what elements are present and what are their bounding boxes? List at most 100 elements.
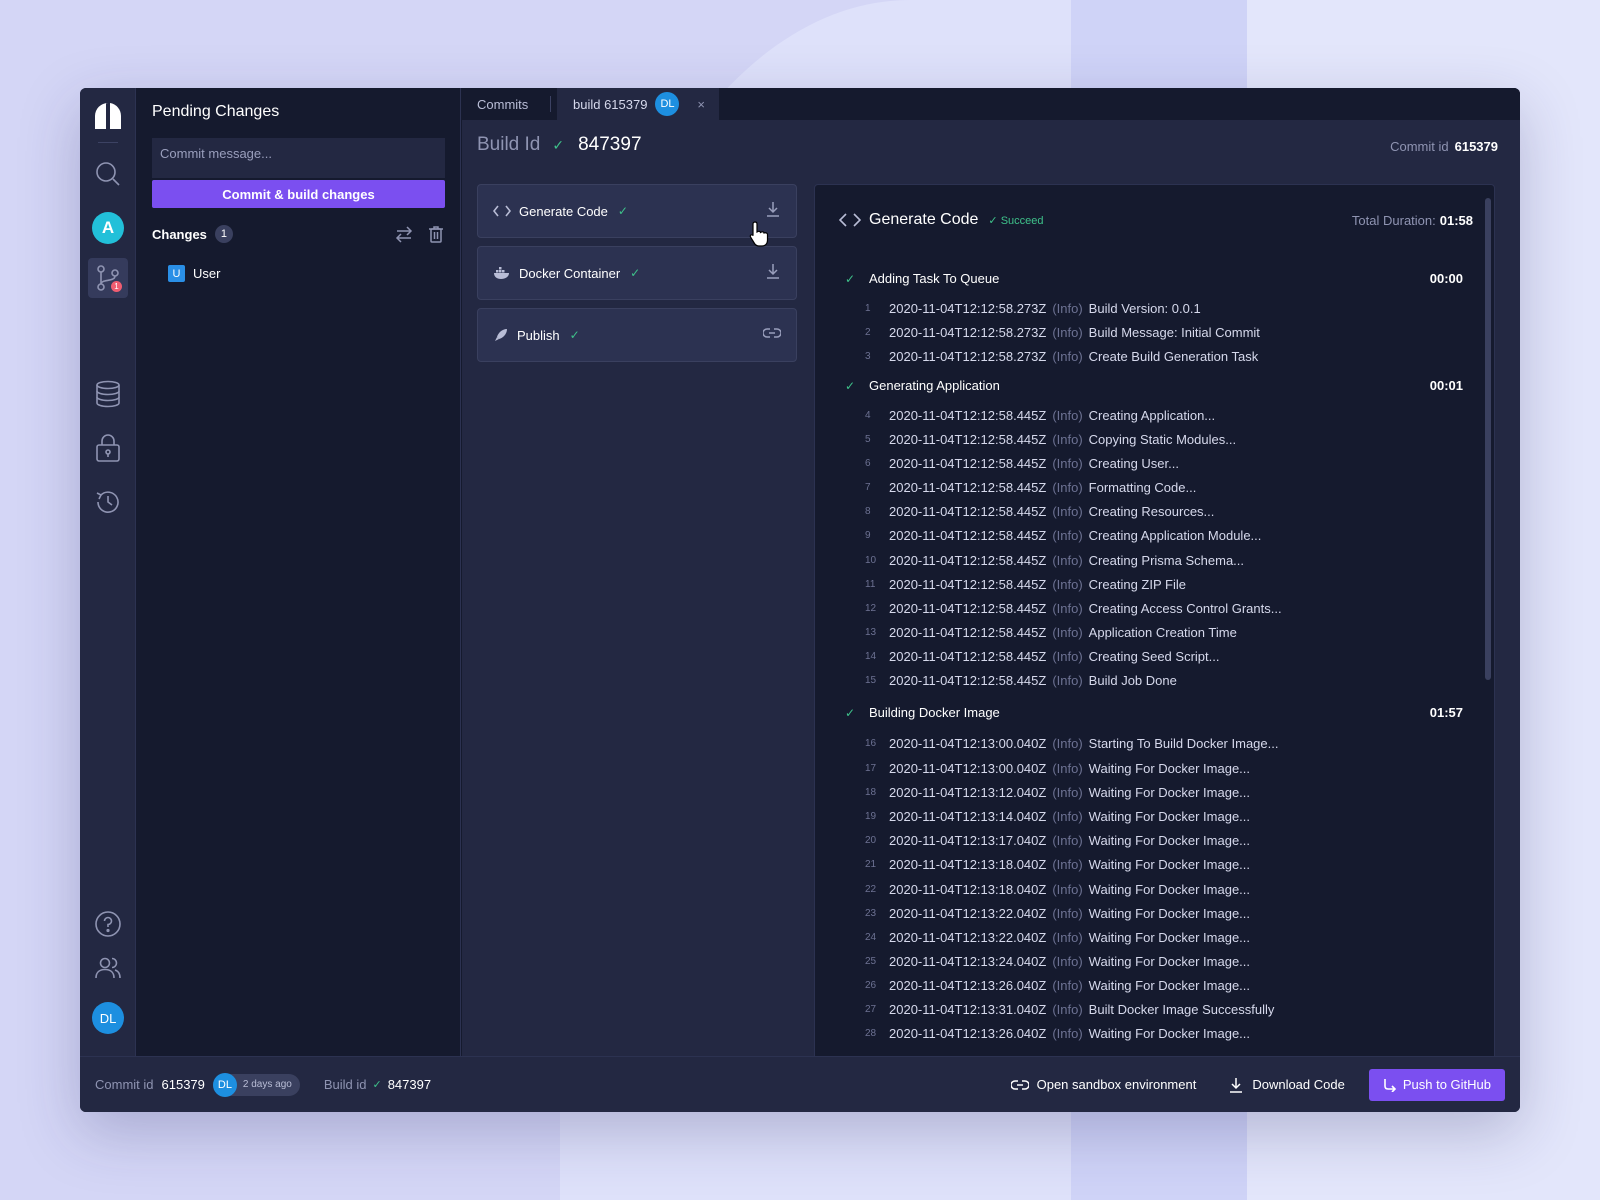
line-timestamp: 2020-11-04T12:13:26.040Z bbox=[889, 1025, 1047, 1041]
line-level: (Info) bbox=[1052, 300, 1083, 316]
line-timestamp: 2020-11-04T12:13:18.040Z bbox=[889, 881, 1047, 897]
line-level: (Info) bbox=[1052, 407, 1083, 423]
line-level: (Info) bbox=[1052, 1001, 1083, 1017]
user-avatar[interactable]: DL bbox=[88, 998, 128, 1038]
line-level: (Info) bbox=[1052, 455, 1083, 471]
git-branch-icon[interactable]: 1 bbox=[88, 258, 128, 298]
commit-id-value: 615379 bbox=[1454, 139, 1498, 154]
step-publish[interactable]: Publish ✓ bbox=[477, 308, 797, 362]
line-timestamp: 2020-11-04T12:13:31.040Z bbox=[889, 1001, 1047, 1017]
log-line: 24 2020-11-04T12:13:22.040Z (Info) Waiting … bbox=[865, 928, 1250, 946]
database-icon[interactable] bbox=[88, 374, 128, 414]
line-message: Creating Access Control Grants... bbox=[1088, 600, 1282, 616]
changes-label: Changes bbox=[152, 226, 207, 242]
log-line: 11 2020-11-04T12:12:58.445Z (Info) Creating… bbox=[865, 575, 1186, 593]
line-level: (Info) bbox=[1052, 760, 1083, 776]
line-number: 27 bbox=[865, 1003, 877, 1015]
pending-changes-title: Pending Changes bbox=[152, 103, 280, 120]
tab-bar: Commits build 615379 DL × bbox=[462, 88, 1520, 120]
line-timestamp: 2020-11-04T12:13:00.040Z bbox=[889, 735, 1047, 751]
log-title: Generate Code bbox=[869, 211, 979, 228]
log-section[interactable]: ✓ Generating Application 00:01 bbox=[845, 378, 1463, 393]
line-level: (Info) bbox=[1052, 929, 1083, 945]
users-icon[interactable] bbox=[88, 948, 128, 988]
tab-build[interactable]: build 615379 DL × bbox=[557, 88, 719, 120]
push-to-github-button[interactable]: Push to GitHub bbox=[1368, 1068, 1505, 1101]
log-line: 8 2020-11-04T12:12:58.445Z (Info) Creating … bbox=[865, 502, 1214, 520]
line-level: (Info) bbox=[1052, 856, 1083, 872]
line-level: (Info) bbox=[1052, 648, 1083, 664]
download-icon[interactable] bbox=[765, 201, 781, 217]
line-message: Creating Application Module... bbox=[1088, 527, 1262, 543]
commit-build-button[interactable]: Commit & build changes bbox=[152, 180, 445, 208]
pending-changes-panel: Pending Changes Commit & build changes C… bbox=[136, 88, 461, 1056]
line-message: Waiting For Docker Image... bbox=[1088, 784, 1251, 800]
footer-commit-label: Commit id bbox=[95, 1077, 154, 1092]
line-number: 15 bbox=[865, 674, 877, 686]
log-line: 1 2020-11-04T12:12:58.273Z (Info) Build Ver… bbox=[865, 299, 1201, 317]
line-timestamp: 2020-11-04T12:12:58.445Z bbox=[889, 624, 1047, 640]
line-number: 26 bbox=[865, 979, 877, 991]
build-id-label: Build Id bbox=[477, 134, 541, 155]
open-sandbox-label: Open sandbox environment bbox=[1036, 1077, 1197, 1092]
step-docker-container[interactable]: Docker Container ✓ bbox=[477, 246, 797, 300]
line-level: (Info) bbox=[1052, 348, 1083, 364]
line-level: (Info) bbox=[1052, 735, 1083, 751]
log-line: 5 2020-11-04T12:12:58.445Z (Info) Copying S… bbox=[865, 430, 1236, 448]
compare-icon[interactable] bbox=[395, 225, 413, 243]
line-number: 22 bbox=[865, 883, 877, 895]
tab-commits[interactable]: Commits bbox=[477, 88, 528, 120]
change-item-label: User bbox=[193, 266, 221, 281]
download-icon[interactable] bbox=[765, 263, 781, 279]
tab-divider bbox=[550, 96, 551, 112]
log-line: 2 2020-11-04T12:12:58.273Z (Info) Build Mes… bbox=[865, 323, 1260, 341]
search-icon[interactable] bbox=[88, 154, 128, 194]
commit-age: 2 days ago bbox=[242, 1079, 292, 1090]
logo-icon[interactable] bbox=[88, 96, 128, 136]
lock-icon[interactable] bbox=[88, 428, 128, 468]
help-icon[interactable] bbox=[88, 904, 128, 944]
footer-commit-id: 615379 bbox=[161, 1077, 205, 1092]
step-label: Generate Code bbox=[519, 203, 608, 219]
app-window: A 1 DL Pending Changes Commit & build ch… bbox=[80, 88, 1520, 1112]
check-icon: ✓ bbox=[617, 204, 628, 218]
open-sandbox-link[interactable]: Open sandbox environment bbox=[1010, 1077, 1197, 1092]
line-message: Creating Seed Script... bbox=[1088, 648, 1220, 664]
line-level: (Info) bbox=[1052, 600, 1083, 616]
notification-badge: 1 bbox=[111, 281, 122, 292]
log-line: 23 2020-11-04T12:13:22.040Z (Info) Waiting … bbox=[865, 904, 1250, 922]
log-line: 18 2020-11-04T12:13:12.040Z (Info) Waiting … bbox=[865, 783, 1250, 801]
app-avatar[interactable]: A bbox=[88, 208, 128, 248]
line-level: (Info) bbox=[1052, 672, 1083, 688]
line-timestamp: 2020-11-04T12:12:58.445Z bbox=[889, 600, 1047, 616]
check-icon: ✓ bbox=[552, 136, 565, 153]
close-icon[interactable]: × bbox=[697, 97, 705, 112]
icon-rail: A 1 DL bbox=[80, 88, 136, 1056]
trash-icon[interactable] bbox=[427, 225, 445, 243]
link-icon[interactable] bbox=[762, 327, 782, 339]
line-number: 24 bbox=[865, 931, 877, 943]
push-label: Push to GitHub bbox=[1402, 1077, 1491, 1092]
log-section[interactable]: ✓ Building Docker Image 01:57 bbox=[845, 705, 1463, 720]
footer-bar: Commit id 615379 DL 2 days ago Build id … bbox=[80, 1056, 1520, 1112]
code-icon bbox=[839, 213, 861, 227]
change-item-user[interactable]: U User bbox=[168, 265, 220, 282]
rail-divider bbox=[98, 142, 118, 143]
log-scrollbar[interactable] bbox=[1485, 198, 1491, 680]
line-number: 5 bbox=[865, 433, 871, 445]
line-number: 3 bbox=[865, 350, 871, 362]
line-level: (Info) bbox=[1052, 624, 1083, 640]
line-message: Build Version: 0.0.1 bbox=[1088, 300, 1201, 316]
line-message: Creating User... bbox=[1088, 455, 1179, 471]
line-number: 19 bbox=[865, 810, 877, 822]
log-line: 10 2020-11-04T12:12:58.445Z (Info) Creating… bbox=[865, 551, 1244, 569]
line-number: 8 bbox=[865, 505, 871, 517]
history-icon[interactable] bbox=[88, 482, 128, 522]
line-number: 10 bbox=[865, 554, 877, 566]
line-message: Waiting For Docker Image... bbox=[1088, 760, 1251, 776]
log-section[interactable]: ✓ Adding Task To Queue 00:00 bbox=[845, 271, 1463, 286]
log-header: Generate Code ✓ Succeed Total Duration: 0… bbox=[839, 209, 1473, 231]
commit-message-input[interactable] bbox=[152, 138, 445, 178]
line-message: Creating Prisma Schema... bbox=[1088, 552, 1245, 568]
download-code-link[interactable]: Download Code bbox=[1228, 1077, 1345, 1093]
